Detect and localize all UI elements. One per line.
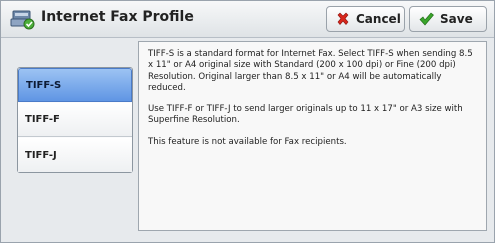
profile-option-label: TIFF-F [25, 114, 60, 125]
red-x-icon [337, 12, 349, 25]
profile-option-label: TIFF-J [25, 149, 57, 161]
save-button[interactable]: Save [409, 6, 487, 32]
page-title: Internet Fax Profile [41, 9, 194, 25]
cancel-button[interactable]: Cancel [326, 6, 405, 32]
title-bar: Internet Fax Profile Cancel Save [1, 1, 494, 38]
save-button-label: Save [440, 12, 473, 26]
description-panel: TIFF-S is a standard format for Internet… [138, 41, 487, 231]
green-check-icon [419, 12, 434, 26]
description-paragraph: Use TIFF-F or TIFF-J to send larger orig… [148, 104, 463, 126]
profile-option-tiff-s[interactable]: TIFF-S [18, 68, 132, 102]
description-paragraph: This feature is not available for Fax re… [148, 136, 347, 147]
description-paragraph: TIFF-S is a standard format for Internet… [148, 49, 473, 93]
profile-list: TIFF-S TIFF-F TIFF-J [17, 67, 133, 173]
profile-option-tiff-j[interactable]: TIFF-J [18, 138, 132, 172]
profile-option-tiff-f[interactable]: TIFF-F [18, 103, 132, 137]
profile-option-label: TIFF-S [26, 79, 62, 91]
fax-profile-icon [10, 7, 36, 31]
cancel-button-label: Cancel [356, 12, 401, 26]
